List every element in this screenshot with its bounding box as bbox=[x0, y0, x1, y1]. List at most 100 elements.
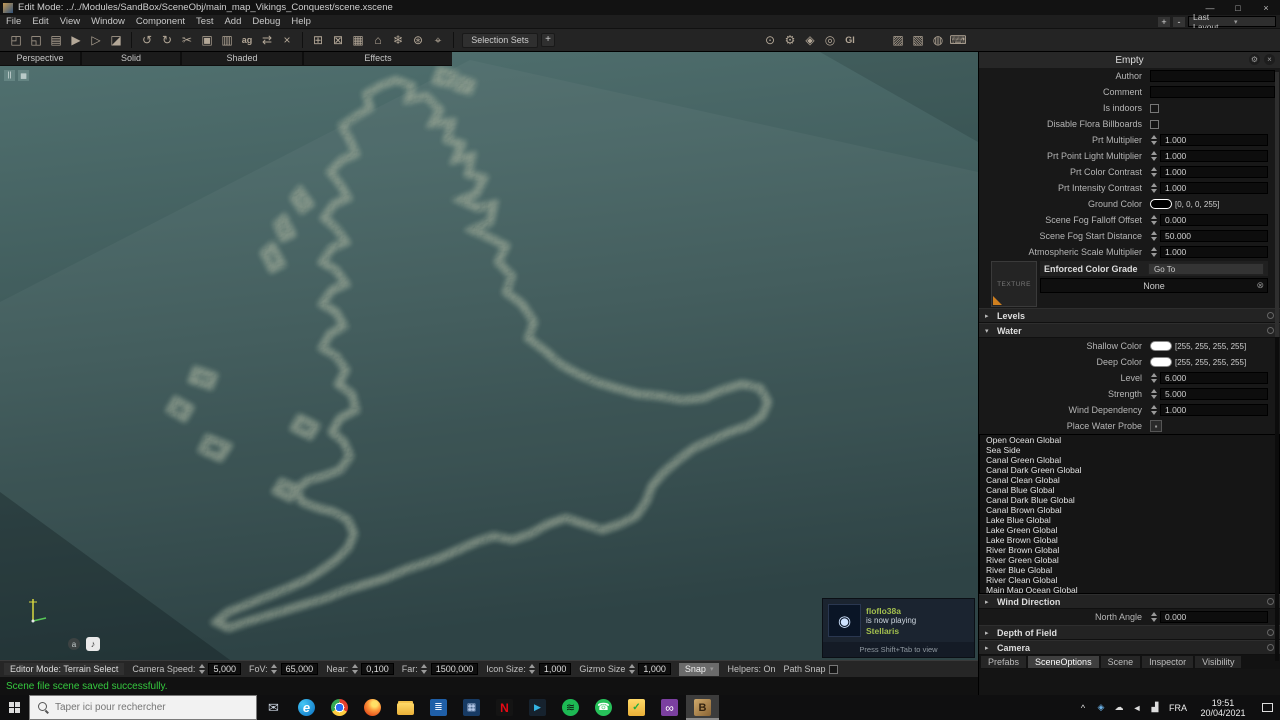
section-camera[interactable]: ▸ Camera bbox=[979, 640, 1280, 655]
layout-select[interactable]: Last Layout ▾ bbox=[1188, 16, 1276, 27]
snap-button[interactable]: Snap ▾ bbox=[679, 663, 720, 676]
add-layout-button[interactable]: + bbox=[1158, 17, 1170, 27]
icon-size-spinner[interactable] bbox=[529, 664, 536, 674]
section-levels[interactable]: ▸ Levels bbox=[979, 308, 1280, 323]
scene-fog-falloff-offset-value[interactable]: 0.000 bbox=[1160, 214, 1268, 226]
atmospheric-scale-multiplier-spinner[interactable] bbox=[1150, 247, 1157, 257]
gi-bake-icon[interactable]: GI bbox=[840, 31, 860, 50]
taskbar-app-edge[interactable]: e bbox=[290, 695, 323, 720]
water-preset-item[interactable]: Canal Clean Global bbox=[980, 475, 1279, 485]
section-depth-of-field[interactable]: ▸ Depth of Field bbox=[979, 625, 1280, 640]
near-value[interactable]: 0,100 bbox=[361, 663, 394, 675]
remove-layout-button[interactable]: - bbox=[1173, 17, 1185, 27]
settings-icon[interactable]: ⚙ bbox=[780, 31, 800, 50]
water-preset-item[interactable]: Lake Brown Global bbox=[980, 535, 1279, 545]
tray-app-icon[interactable]: ◈ bbox=[1092, 702, 1110, 713]
sound-toggle-icon[interactable]: ♪ bbox=[86, 637, 100, 651]
section-water[interactable]: ▾ Water bbox=[979, 323, 1280, 338]
ground-color-swatch[interactable] bbox=[1150, 199, 1172, 209]
place-water-probe-button[interactable]: ▪ bbox=[1150, 420, 1162, 432]
water-preset-item[interactable]: Lake Blue Global bbox=[980, 515, 1279, 525]
panel-settings-icon[interactable]: ⚙ bbox=[1249, 54, 1260, 65]
grid-snap-icon[interactable]: ▦ bbox=[348, 31, 368, 50]
freeze-icon[interactable]: ❄ bbox=[388, 31, 408, 50]
taskbar-app-libreoffice-writer[interactable]: ≣ bbox=[422, 695, 455, 720]
paint-flora-icon[interactable]: ▧ bbox=[908, 31, 928, 50]
target-icon[interactable]: ⌖ bbox=[428, 31, 448, 50]
author-field[interactable] bbox=[1150, 70, 1275, 82]
taskbar-app-netflix[interactable]: N bbox=[488, 695, 521, 720]
icon-size-value[interactable]: 1,000 bbox=[539, 663, 572, 675]
water-preset-item[interactable]: Main Map Ocean Global bbox=[980, 585, 1279, 594]
panel-close-icon[interactable]: × bbox=[1264, 54, 1275, 65]
atmosphere-icon[interactable]: ◍ bbox=[928, 31, 948, 50]
taskbar-app-mail[interactable]: ✉ bbox=[257, 695, 290, 720]
wind-dependency-spinner[interactable] bbox=[1150, 405, 1157, 415]
copy-icon[interactable]: ▣ bbox=[197, 31, 217, 50]
taskbar-app-bannerlord[interactable]: B bbox=[686, 695, 719, 720]
physics-icon[interactable]: ⊛ bbox=[408, 31, 428, 50]
visibility-icon[interactable]: ◎ bbox=[820, 31, 840, 50]
menu-debug[interactable]: Debug bbox=[252, 16, 280, 27]
water-preset-item[interactable]: River Brown Global bbox=[980, 545, 1279, 555]
water-strength-spinner[interactable] bbox=[1150, 389, 1157, 399]
water-preset-list[interactable]: Open Ocean Global Sea Side Canal Green G… bbox=[979, 434, 1280, 594]
deep-color-swatch[interactable] bbox=[1150, 357, 1172, 367]
taskbar-search[interactable] bbox=[29, 695, 257, 720]
find-entity-icon[interactable]: ⊙ bbox=[760, 31, 780, 50]
tab-inspector[interactable]: Inspector bbox=[1142, 656, 1193, 668]
cut-icon[interactable]: ✂ bbox=[177, 31, 197, 50]
prt-point-light-multiplier-spinner[interactable] bbox=[1150, 151, 1157, 161]
open-scene-icon[interactable]: ▤ bbox=[46, 31, 66, 50]
camera-speed-spinner[interactable] bbox=[198, 664, 205, 674]
water-preset-item[interactable]: Open Ocean Global bbox=[980, 435, 1279, 445]
remove-entity-icon[interactable]: ⊠ bbox=[328, 31, 348, 50]
start-button[interactable] bbox=[0, 695, 29, 720]
clapper-icon[interactable]: ◪ bbox=[106, 31, 126, 50]
play-icon[interactable]: ▶ bbox=[66, 31, 86, 50]
hidden-icons-chevron[interactable]: ^ bbox=[1074, 703, 1092, 713]
save-scene-icon[interactable]: ◱ bbox=[26, 31, 46, 50]
delete-icon[interactable]: × bbox=[277, 31, 297, 50]
prefab-icon[interactable]: ◈ bbox=[800, 31, 820, 50]
tab-prefabs[interactable]: Prefabs bbox=[981, 656, 1026, 668]
prt-point-light-multiplier-value[interactable]: 1.000 bbox=[1160, 150, 1268, 162]
selection-sets-dropdown[interactable]: Selection Sets bbox=[462, 33, 538, 48]
prt-intensity-contrast-spinner[interactable] bbox=[1150, 183, 1157, 193]
north-angle-spinner[interactable] bbox=[1150, 612, 1157, 622]
atmospheric-scale-multiplier-value[interactable]: 1.000 bbox=[1160, 246, 1268, 258]
play-window-icon[interactable]: ▷ bbox=[86, 31, 106, 50]
near-spinner[interactable] bbox=[351, 664, 358, 674]
add-selection-set-button[interactable]: + bbox=[541, 33, 555, 47]
onedrive-icon[interactable]: ☁ bbox=[1110, 702, 1128, 713]
viewport-tab-shaded[interactable]: Shaded bbox=[182, 52, 302, 65]
new-scene-icon[interactable]: ◰ bbox=[6, 31, 26, 50]
split-view-icon[interactable]: || bbox=[4, 70, 15, 81]
tab-visibility[interactable]: Visibility bbox=[1195, 656, 1241, 668]
tab-scene-options[interactable]: SceneOptions bbox=[1028, 656, 1099, 668]
menu-view[interactable]: View bbox=[60, 16, 80, 27]
is-indoors-checkbox[interactable] bbox=[1150, 104, 1159, 113]
water-level-spinner[interactable] bbox=[1150, 373, 1157, 383]
water-preset-item[interactable]: Canal Dark Green Global bbox=[980, 465, 1279, 475]
taskbar-app-firefox[interactable] bbox=[356, 695, 389, 720]
enforced-color-grade-select[interactable]: None ⊗ bbox=[1040, 278, 1268, 293]
prt-color-contrast-value[interactable]: 1.000 bbox=[1160, 166, 1268, 178]
tab-scene[interactable]: Scene bbox=[1101, 656, 1141, 668]
water-level-value[interactable]: 6.000 bbox=[1160, 372, 1268, 384]
water-preset-item[interactable]: River Green Global bbox=[980, 555, 1279, 565]
north-angle-value[interactable]: 0.000 bbox=[1160, 611, 1268, 623]
taskbar-app-office-document[interactable]: ▦ bbox=[455, 695, 488, 720]
redo-icon[interactable]: ↻ bbox=[157, 31, 177, 50]
prt-intensity-contrast-value[interactable]: 1.000 bbox=[1160, 182, 1268, 194]
water-preset-item[interactable]: Canal Green Global bbox=[980, 455, 1279, 465]
water-preset-item[interactable]: River Blue Global bbox=[980, 565, 1279, 575]
taskbar-app-whatsapp[interactable]: ☎ bbox=[587, 695, 620, 720]
prt-color-contrast-spinner[interactable] bbox=[1150, 167, 1157, 177]
add-entity-icon[interactable]: ⊞ bbox=[308, 31, 328, 50]
water-preset-item[interactable]: River Clean Global bbox=[980, 575, 1279, 585]
terrain-map[interactable] bbox=[0, 52, 978, 660]
menu-add[interactable]: Add bbox=[224, 16, 241, 27]
building-icon[interactable]: ⌂ bbox=[368, 31, 388, 50]
panel-scrollbar[interactable] bbox=[1275, 72, 1279, 661]
